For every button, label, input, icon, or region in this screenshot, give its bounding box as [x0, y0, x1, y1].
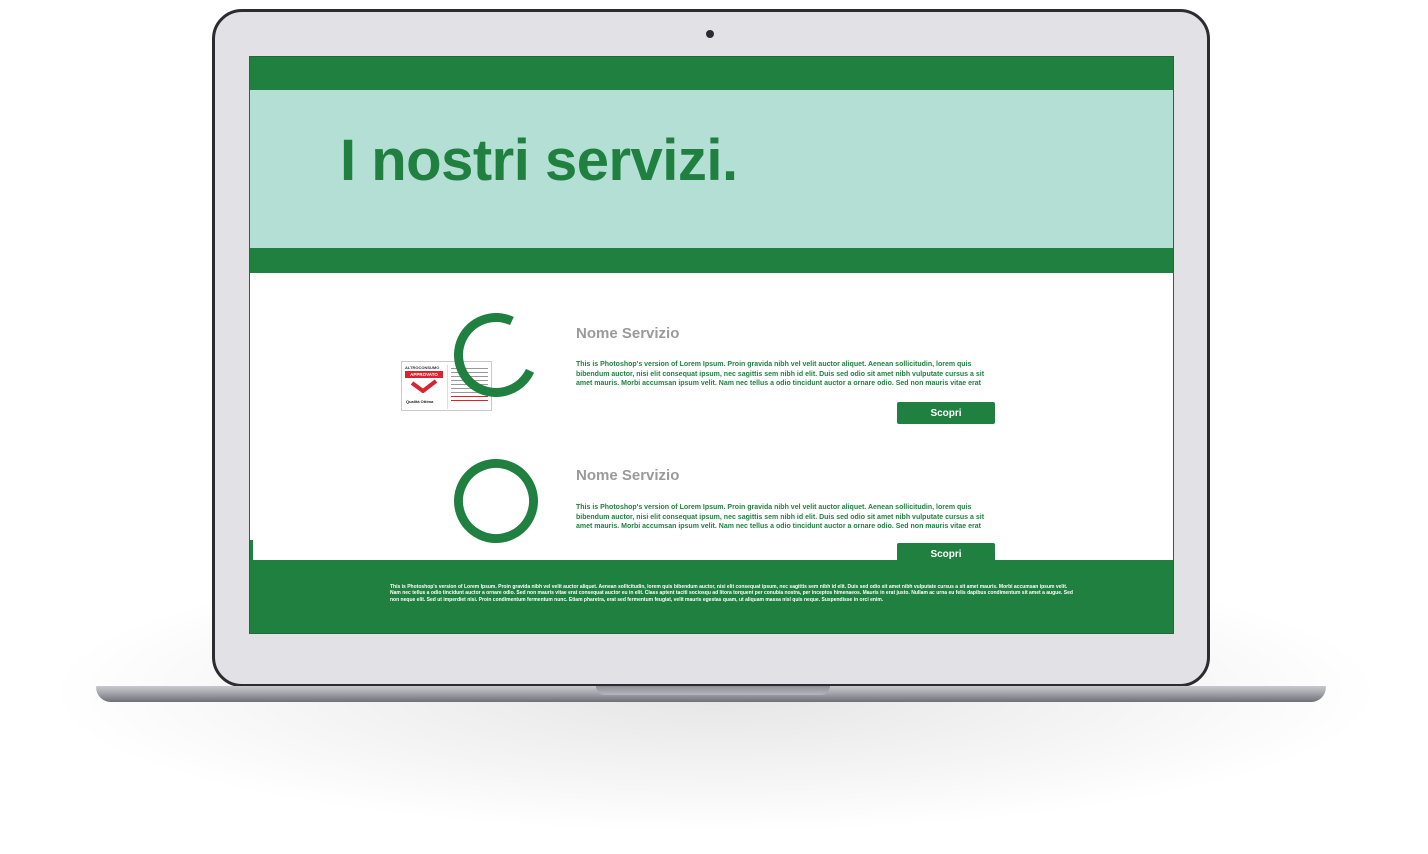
service-ring-icon: [442, 447, 550, 555]
laptop-screen: I nostri servizi. ALTROCONSUMO APPROVATO…: [249, 56, 1174, 634]
service-name: Nome Servizio: [576, 467, 680, 484]
service-card: Nome Servizio This is Photoshop's versio…: [250, 301, 1173, 443]
service-ring-icon: [442, 301, 550, 409]
service-description: This is Photoshop's version of Lorem Ips…: [576, 504, 985, 530]
footer: This is Photoshop's version of Lorem Ips…: [250, 560, 1173, 633]
discover-button[interactable]: Scopri: [897, 402, 995, 424]
service-description: This is Photoshop's version of Lorem Ips…: [576, 361, 985, 387]
hero-divider-bar: [250, 248, 1173, 273]
camera-icon: [706, 30, 714, 38]
footer-text: This is Photoshop's version of Lorem Ips…: [390, 584, 1073, 603]
laptop-hinge-notch: [596, 686, 830, 695]
hero-banner: I nostri servizi.: [250, 90, 1173, 248]
top-nav-bar: [250, 57, 1173, 90]
left-edge-accent: [250, 540, 253, 560]
page-title: I nostri servizi.: [340, 128, 738, 193]
service-name: Nome Servizio: [576, 325, 680, 342]
